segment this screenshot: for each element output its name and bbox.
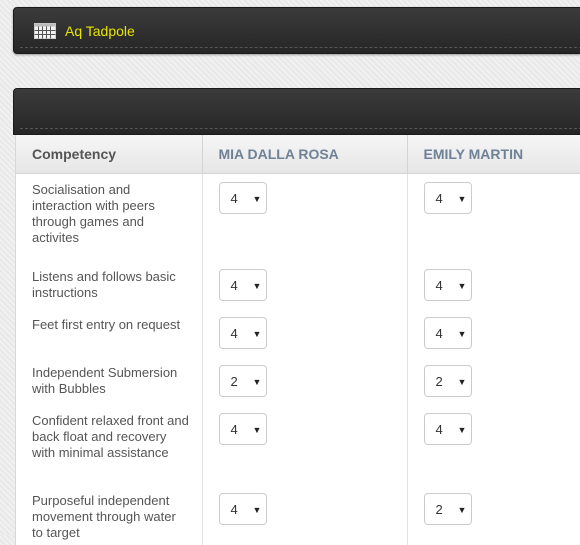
dropdown-arrow-icon: ▼ [252,377,262,387]
competency-label: Listens and follows basic instructions [16,261,203,309]
dropdown-arrow-icon: ▼ [252,281,262,291]
dropdown-arrow-icon: ▼ [457,505,467,515]
competency-label: Purposeful independent movement through … [16,485,203,545]
dropdown-arrow-icon: ▼ [252,329,262,339]
table-row: Purposeful independent movement through … [16,485,580,545]
table-row: Independent Submersion with Bubbles 2 ▼ 2… [16,357,580,405]
grade-select[interactable]: 4 ▼ [423,317,472,349]
calendar-grid-icon [34,23,56,39]
grade-select[interactable]: 2 ▼ [423,365,472,397]
dropdown-arrow-icon: ▼ [252,193,262,204]
competency-label: Socialisation and interaction with peers… [16,173,203,261]
dropdown-arrow-icon: ▼ [457,377,467,387]
grade-select[interactable]: 4 ▼ [423,181,472,214]
grade-select[interactable]: 2 ▼ [423,493,472,525]
grade-select[interactable]: 2 ▼ [218,365,267,397]
dropdown-arrow-icon: ▼ [252,505,262,515]
table-row: Listens and follows basic instructions 4… [16,261,580,309]
grade-select[interactable]: 4 ▼ [423,269,472,301]
dropdown-arrow-icon: ▼ [457,329,467,339]
column-header-competency: Competency [16,135,203,174]
grade-select[interactable]: 4 ▼ [218,181,267,214]
competency-label: Confident relaxed front and back float a… [16,405,203,485]
grade-select[interactable]: 4 ▼ [423,413,472,445]
grade-select[interactable]: 4 ▼ [218,493,267,525]
dropdown-arrow-icon: ▼ [457,425,467,435]
dropdown-arrow-icon: ▼ [457,193,467,204]
competency-label: Feet first entry on request [16,309,203,357]
table-row: Feet first entry on request 4 ▼ 4 ▼ [16,309,580,357]
competency-label: Independent Submersion with Bubbles [16,357,203,405]
column-header-student-1: MIA DALLA ROSA [202,135,408,174]
grade-select[interactable]: 4 ▼ [218,269,267,301]
table-row: Socialisation and interaction with peers… [16,173,580,261]
title-bar: Aq Tadpole [13,7,580,54]
panel-header-bar [13,88,580,135]
grade-select[interactable]: 4 ▼ [218,317,267,349]
grade-select[interactable]: 4 ▼ [218,413,267,445]
competency-table: Competency MIA DALLA ROSA EMILY MARTIN S… [15,135,580,545]
dropdown-arrow-icon: ▼ [457,281,467,291]
table-row: Confident relaxed front and back float a… [16,405,580,485]
column-header-student-2: EMILY MARTIN [407,135,580,174]
dropdown-arrow-icon: ▼ [252,425,262,435]
page-title: Aq Tadpole [65,23,135,39]
